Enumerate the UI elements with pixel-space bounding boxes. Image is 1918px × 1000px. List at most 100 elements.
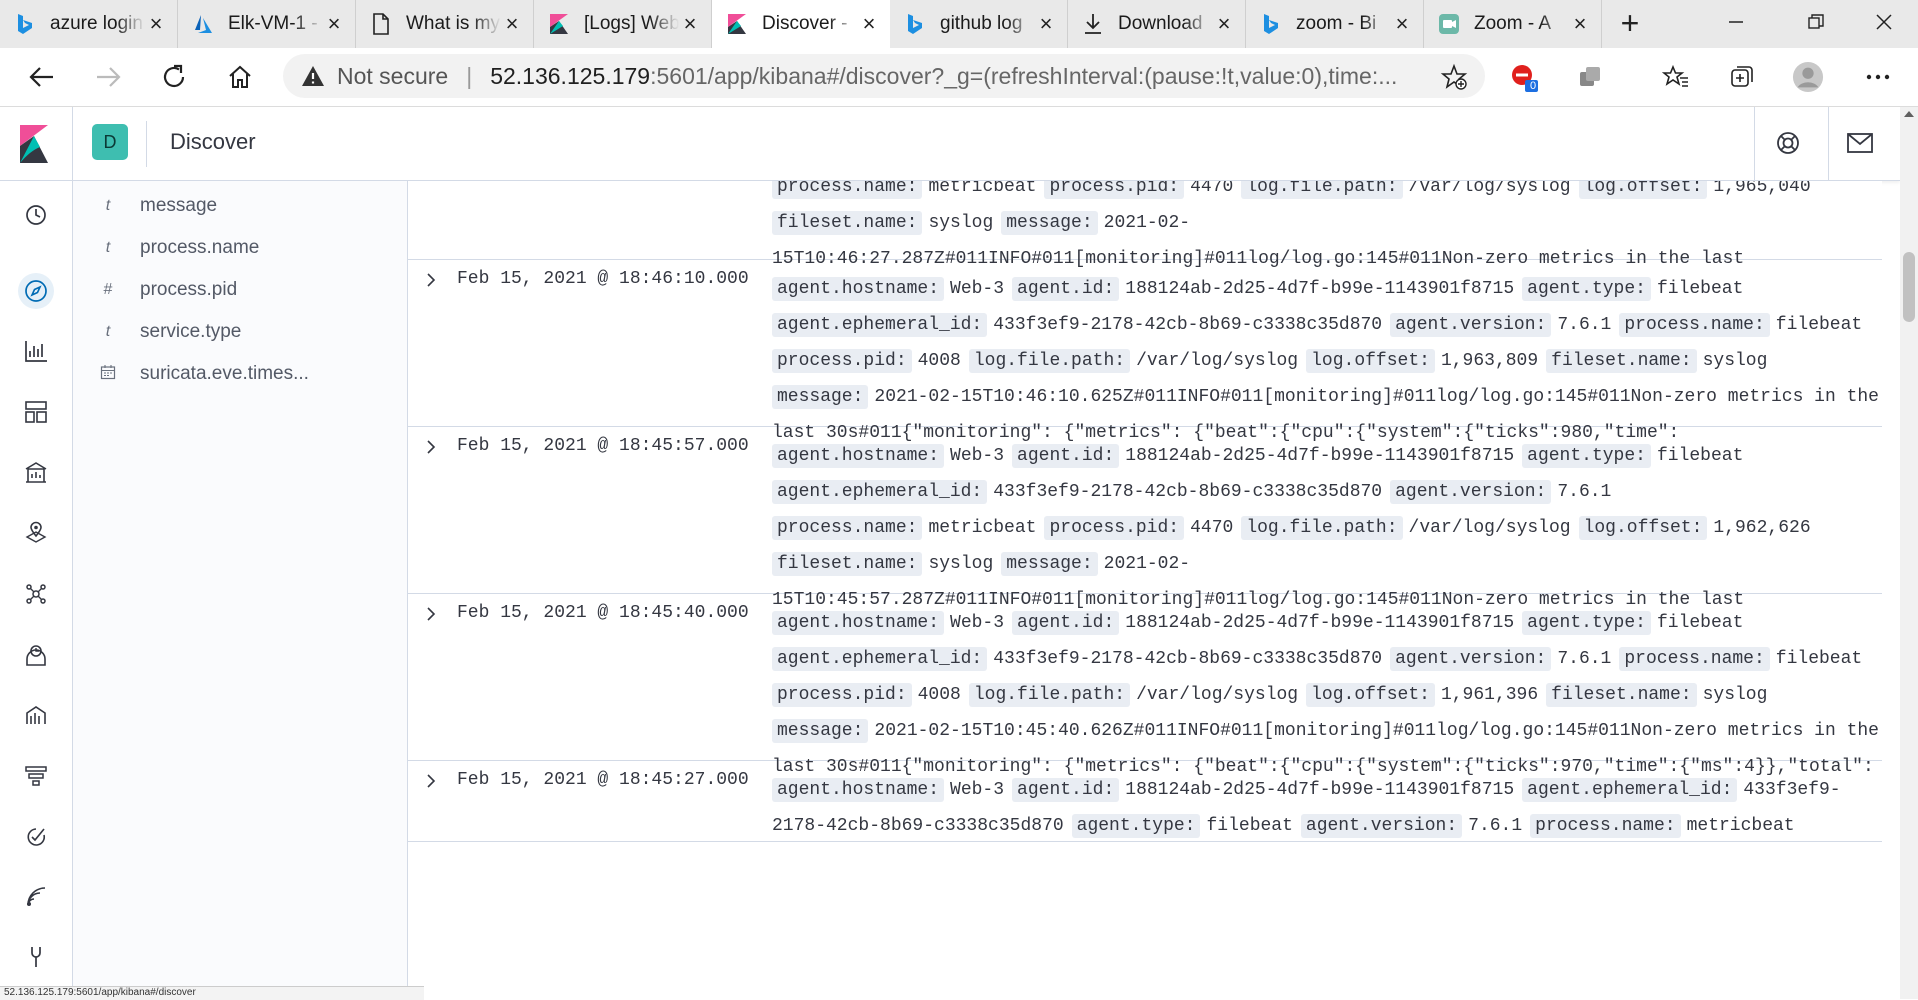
security-status[interactable]: Not secure	[337, 63, 448, 90]
field-key: agent.version:	[1300, 814, 1463, 838]
visualize-chart-icon[interactable]	[18, 333, 54, 369]
field-item[interactable]: suricata.eve.times...	[98, 360, 309, 388]
browser-tab-logs-web[interactable]: [Logs] Web ×	[534, 0, 712, 48]
machine-learning-icon[interactable]	[18, 576, 54, 612]
canvas-icon[interactable]	[18, 455, 54, 491]
tab-label: Download	[1118, 13, 1203, 34]
field-item[interactable]: t service.type	[98, 318, 242, 346]
field-value: 188124ab-2d25-4d7f-b99e-1143901f8715	[1125, 446, 1515, 466]
field-key: agent.id:	[1012, 444, 1120, 468]
dev-tools-wrench-icon[interactable]	[18, 939, 54, 975]
source-line: fileset.name: syslog message: 2021-02-	[772, 546, 1872, 582]
field-key: process.name:	[772, 516, 923, 540]
document-row[interactable]: Feb 15, 2021 @ 18:46:10.000 agent.hostnam…	[408, 260, 1882, 443]
url-path[interactable]: :5601/app/kibana#/discover?_g=(refreshIn…	[650, 63, 1397, 90]
discover-compass-icon[interactable]	[18, 273, 54, 309]
close-icon[interactable]: ×	[1391, 13, 1413, 35]
field-name: service.type	[140, 321, 242, 342]
page-scrollbar[interactable]	[1900, 107, 1918, 999]
address-bar[interactable]: Not secure | 52.136.125.179 :5601/app/ki…	[283, 54, 1485, 98]
bing-icon	[14, 13, 36, 35]
field-value: 7.6.1	[1468, 816, 1523, 836]
space-avatar[interactable]: D	[92, 124, 128, 160]
browser-tab-what-is-my[interactable]: What is my ×	[356, 0, 534, 48]
kibana-logo-icon[interactable]	[18, 124, 54, 164]
logs-icon[interactable]	[18, 697, 54, 733]
new-tab-button[interactable]: +	[1614, 7, 1646, 40]
close-icon[interactable]: ×	[1035, 13, 1057, 35]
field-item[interactable]: t process.name	[98, 234, 260, 262]
field-item[interactable]: # process.pid	[98, 276, 238, 304]
browser-tab-download[interactable]: Download ×	[1068, 0, 1246, 48]
maps-icon[interactable]	[18, 515, 54, 551]
back-button[interactable]	[26, 61, 58, 93]
field-value: filebeat	[1775, 315, 1863, 335]
document-row[interactable]: Feb 15, 2021 @ 18:45:27.000 agent.hostnam…	[408, 761, 1882, 842]
document-row[interactable]: Feb 15, 2021 @ 18:45:40.000 agent.hostnam…	[408, 594, 1882, 777]
collections-icon[interactable]	[1726, 61, 1758, 93]
favorite-star-icon[interactable]	[1438, 61, 1470, 93]
field-value: filebeat	[1775, 649, 1863, 669]
more-options-icon[interactable]	[1862, 61, 1894, 93]
scrollbar-thumb[interactable]	[1903, 252, 1915, 322]
dashboard-icon[interactable]	[18, 394, 54, 430]
field-value: /var/log/syslog	[1136, 685, 1299, 705]
field-key: agent.hostname:	[772, 277, 945, 301]
field-key: agent.version:	[1390, 313, 1552, 337]
avatar[interactable]	[1792, 61, 1824, 93]
close-window-button[interactable]	[1868, 8, 1900, 40]
document-row[interactable]: Feb 15, 2021 @ 18:45:57.000 agent.hostnam…	[408, 427, 1882, 610]
forward-button[interactable]	[92, 61, 124, 93]
document-timestamp: Feb 15, 2021 @ 18:45:40.000	[457, 603, 749, 623]
restore-button[interactable]	[1800, 8, 1832, 40]
infrastructure-icon[interactable]	[18, 637, 54, 673]
browser-tab-elk-vm[interactable]: Elk-VM-1 - ×	[178, 0, 356, 48]
close-icon[interactable]: ×	[679, 13, 701, 35]
browser-tab-azure-login[interactable]: azure login ×	[0, 0, 178, 48]
field-key: process.name:	[1530, 814, 1681, 838]
scroll-up-arrow-icon[interactable]	[1904, 111, 1914, 117]
url-host[interactable]: 52.136.125.179	[490, 63, 650, 90]
minimize-button[interactable]	[1720, 8, 1752, 40]
field-value: 1,962,626	[1713, 518, 1811, 538]
recently-viewed-clock-icon[interactable]	[18, 197, 54, 233]
source-line: fileset.name: syslog message: 2021-02-	[772, 205, 1872, 241]
warning-icon[interactable]	[301, 65, 325, 87]
uptime-icon[interactable]	[18, 819, 54, 855]
mail-icon[interactable]	[1842, 125, 1878, 161]
field-value: 433f3ef9-2178-42cb-8b69-c3338c35d870	[993, 649, 1383, 669]
apm-icon[interactable]	[18, 758, 54, 794]
collections-extension-icon[interactable]	[1574, 61, 1606, 93]
field-value: 2021-02-	[1103, 213, 1191, 233]
browser-tab-discover[interactable]: Discover - ×	[712, 0, 890, 48]
favorites-list-icon[interactable]	[1660, 61, 1692, 93]
field-item[interactable]: t message	[98, 192, 217, 220]
page-title: Discover	[170, 129, 256, 154]
close-icon[interactable]: ×	[1213, 13, 1235, 35]
close-icon[interactable]: ×	[858, 13, 880, 35]
expand-row-chevron-icon[interactable]	[422, 437, 440, 457]
close-icon[interactable]: ×	[501, 13, 523, 35]
field-value: 2021-02-	[1103, 554, 1191, 574]
expand-row-chevron-icon[interactable]	[422, 771, 440, 791]
close-icon[interactable]: ×	[145, 13, 167, 35]
browser-tab-zoom-app[interactable]: Zoom - A ×	[1424, 0, 1602, 48]
home-button[interactable]	[224, 61, 256, 93]
expand-row-chevron-icon[interactable]	[422, 270, 440, 290]
help-icon[interactable]	[1770, 125, 1806, 161]
field-value: filebeat	[1656, 613, 1744, 633]
field-value: syslog	[1702, 685, 1768, 705]
expand-row-chevron-icon[interactable]	[422, 604, 440, 624]
field-key: agent.type:	[1522, 611, 1651, 635]
document-source: agent.hostname: Web-3 agent.id: 188124ab-2d…	[772, 438, 1872, 618]
close-icon[interactable]: ×	[323, 13, 345, 35]
refresh-button[interactable]	[158, 61, 190, 93]
close-icon[interactable]: ×	[1569, 13, 1591, 35]
browser-tab-github-log[interactable]: github log ×	[890, 0, 1068, 48]
extension-adblock-icon[interactable]: 0	[1508, 61, 1540, 93]
field-key: agent.ephemeral_id:	[1522, 778, 1738, 802]
browser-tab-zoom-bing[interactable]: zoom - Bi ×	[1246, 0, 1424, 48]
document-row[interactable]: agent.ephemeral_id:433f3ef9-2178-42cb-8b…	[408, 181, 1882, 269]
tab-label: What is my	[406, 13, 500, 34]
siem-icon[interactable]	[18, 879, 54, 915]
